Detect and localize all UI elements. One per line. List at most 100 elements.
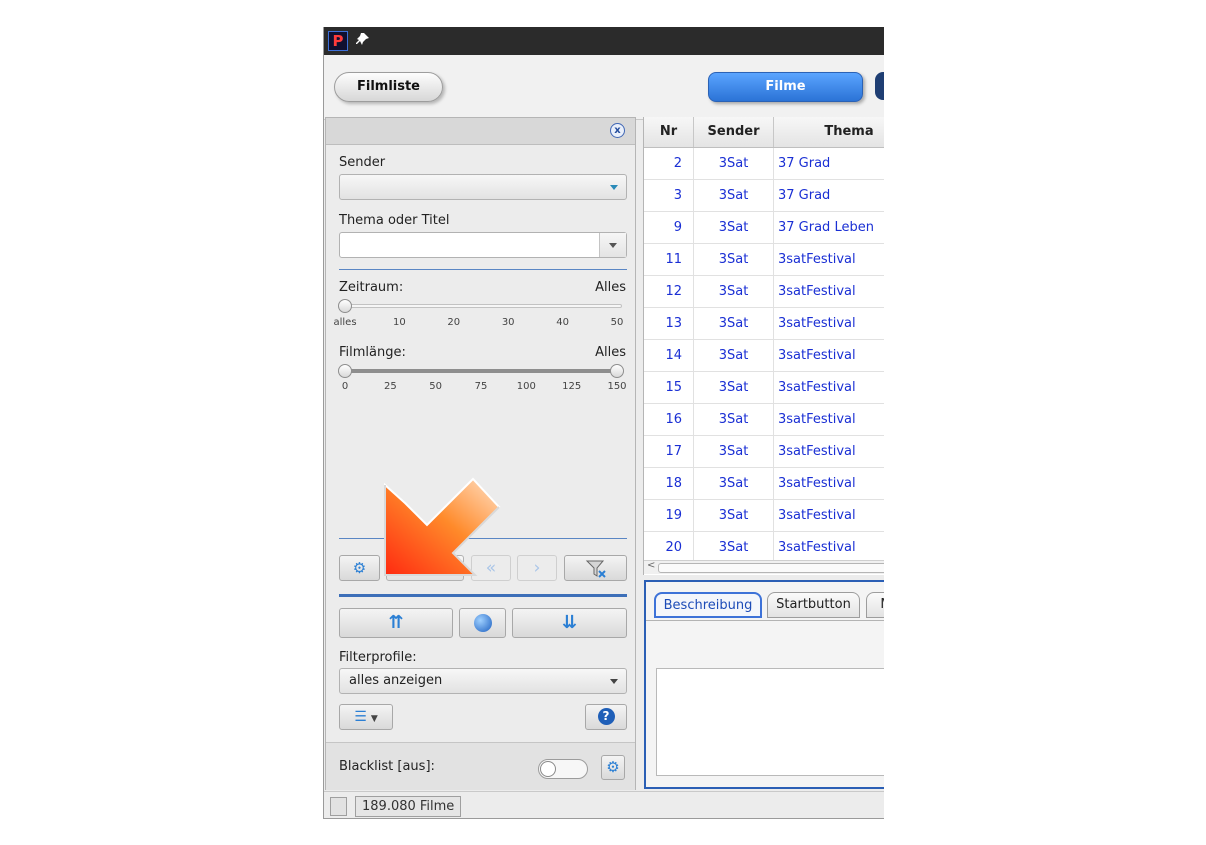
tab-divider: [646, 620, 884, 621]
cell-nr: 19: [644, 500, 694, 531]
center-button[interactable]: [459, 608, 506, 638]
horizontal-scrollbar[interactable]: <: [644, 560, 884, 574]
separator: [339, 269, 627, 270]
table-row[interactable]: 16 3Sat 3satFestival: [644, 404, 884, 436]
filter-forward-button[interactable]: ›: [517, 555, 557, 581]
cell-nr: 11: [644, 244, 694, 275]
table-row[interactable]: 14 3Sat 3satFestival: [644, 340, 884, 372]
table-row[interactable]: 17 3Sat 3satFestival: [644, 436, 884, 468]
chevron-down-icon: [610, 185, 618, 190]
film-table: Nr Sender Thema 2 3Sat 37 Grad 3 3Sat 37 Grad…: [643, 117, 884, 575]
table-row[interactable]: 13 3Sat 3satFestival: [644, 308, 884, 340]
chevron-down-icon: ▼: [370, 714, 378, 724]
gear-icon: ⚙: [352, 559, 367, 577]
cell-thema: 37 Grad: [774, 148, 884, 179]
clear-filter-button[interactable]: [564, 555, 627, 581]
tab-beschreibung[interactable]: Beschreibung: [654, 592, 762, 618]
slider-tick-label: 150: [607, 381, 627, 392]
next-tab-button[interactable]: [875, 72, 884, 100]
table-row[interactable]: 3 3Sat 37 Grad: [644, 180, 884, 212]
scroll-left-icon[interactable]: <: [647, 560, 655, 571]
profile-menu-button[interactable]: ☰ ▼: [339, 704, 393, 730]
slider-tick-label: 0: [341, 381, 349, 392]
filterprofile-combo[interactable]: alles anzeigen: [339, 668, 627, 694]
slider-tick-label: 25: [383, 381, 397, 392]
cell-sender: 3Sat: [694, 436, 774, 467]
help-button[interactable]: ?: [585, 704, 627, 730]
filter-settings-button[interactable]: ⚙: [339, 555, 380, 581]
table-row[interactable]: 19 3Sat 3satFestival: [644, 500, 884, 532]
cell-nr: 18: [644, 468, 694, 499]
cell-nr: 2: [644, 148, 694, 179]
tab-more[interactable]: M: [866, 592, 884, 618]
app-window: P Filmliste Filme x Sender Thema oder Ti…: [323, 27, 884, 819]
blacklist-toggle[interactable]: [538, 759, 588, 779]
column-sender[interactable]: Sender: [694, 117, 774, 147]
blacklist-bar: Blacklist [aus]: ⚙: [326, 742, 635, 790]
status-indicator: [330, 797, 347, 816]
collapse-up-button[interactable]: ⇈: [339, 608, 453, 638]
toggle-knob: [540, 761, 556, 777]
table-row[interactable]: 15 3Sat 3satFestival: [644, 372, 884, 404]
main-toolbar: Filmliste Filme: [324, 55, 884, 120]
zeitraum-slider-track[interactable]: [343, 304, 622, 308]
cell-thema: 3satFestival: [774, 244, 884, 275]
chevron-right-icon: ›: [533, 558, 541, 578]
help-icon: ?: [597, 708, 615, 725]
cell-thema: 3satFestival: [774, 340, 884, 371]
slider-tick-label: 50: [610, 317, 624, 328]
cell-nr: 17: [644, 436, 694, 467]
table-row[interactable]: 12 3Sat 3satFestival: [644, 276, 884, 308]
cell-thema: 3satFestival: [774, 276, 884, 307]
cell-nr: 20: [644, 532, 694, 563]
cell-sender: 3Sat: [694, 500, 774, 531]
thema-dropdown-button[interactable]: [599, 233, 626, 257]
close-panel-icon[interactable]: x: [610, 123, 625, 138]
filmlaenge-slider-track[interactable]: [343, 369, 622, 373]
cell-nr: 16: [644, 404, 694, 435]
filmliste-button[interactable]: Filmliste: [334, 72, 443, 102]
cell-sender: 3Sat: [694, 180, 774, 211]
cell-sender: 3Sat: [694, 532, 774, 563]
cell-thema: 37 Grad: [774, 180, 884, 211]
column-nr[interactable]: Nr: [644, 117, 694, 147]
table-row[interactable]: 9 3Sat 37 Grad Leben: [644, 212, 884, 244]
cell-thema: 3satFestival: [774, 532, 884, 563]
table-row[interactable]: 11 3Sat 3satFestival: [644, 244, 884, 276]
slider-tick-label: 10: [393, 317, 406, 328]
filmlaenge-max-thumb[interactable]: [610, 364, 624, 378]
cell-thema: 3satFestival: [774, 308, 884, 339]
cell-nr: 13: [644, 308, 694, 339]
pointer-arrow-icon: [384, 477, 501, 576]
status-bar: 189.080 Filme: [324, 791, 884, 818]
filterprofile-label: Filterprofile:: [339, 650, 417, 665]
cell-nr: 14: [644, 340, 694, 371]
table-header: Nr Sender Thema: [644, 117, 884, 148]
filmlaenge-min-thumb[interactable]: [338, 364, 352, 378]
filter-panel: x Sender Thema oder Titel Zeitraum: Alle…: [325, 117, 636, 790]
detail-tabpane: Beschreibung Startbutton M: [644, 580, 884, 789]
cell-sender: 3Sat: [694, 468, 774, 499]
sender-combo[interactable]: [339, 174, 627, 200]
expand-down-button[interactable]: ⇊: [512, 608, 627, 638]
table-row[interactable]: 2 3Sat 37 Grad: [644, 148, 884, 180]
cell-sender: 3Sat: [694, 308, 774, 339]
slider-tick-label: 75: [474, 381, 488, 392]
table-row[interactable]: 18 3Sat 3satFestival: [644, 468, 884, 500]
description-textarea[interactable]: [656, 668, 884, 776]
slider-tick-label: 20: [447, 317, 461, 328]
tab-startbutton[interactable]: Startbutton: [767, 592, 860, 618]
blacklist-label: Blacklist [aus]:: [339, 759, 435, 774]
zeitraum-slider-thumb[interactable]: [338, 299, 352, 313]
filmlaenge-value: Alles: [595, 345, 626, 360]
scrollbar-thumb[interactable]: [658, 563, 884, 573]
cell-sender: 3Sat: [694, 372, 774, 403]
pin-icon[interactable]: [356, 32, 370, 50]
filme-tab-button[interactable]: Filme: [708, 72, 863, 102]
column-thema[interactable]: Thema: [774, 117, 884, 147]
cell-thema: 3satFestival: [774, 500, 884, 531]
thema-input[interactable]: [339, 232, 627, 258]
list-icon: ☰: [354, 709, 367, 725]
slider-tick-label: 125: [562, 381, 582, 392]
blacklist-settings-button[interactable]: ⚙: [601, 755, 625, 780]
